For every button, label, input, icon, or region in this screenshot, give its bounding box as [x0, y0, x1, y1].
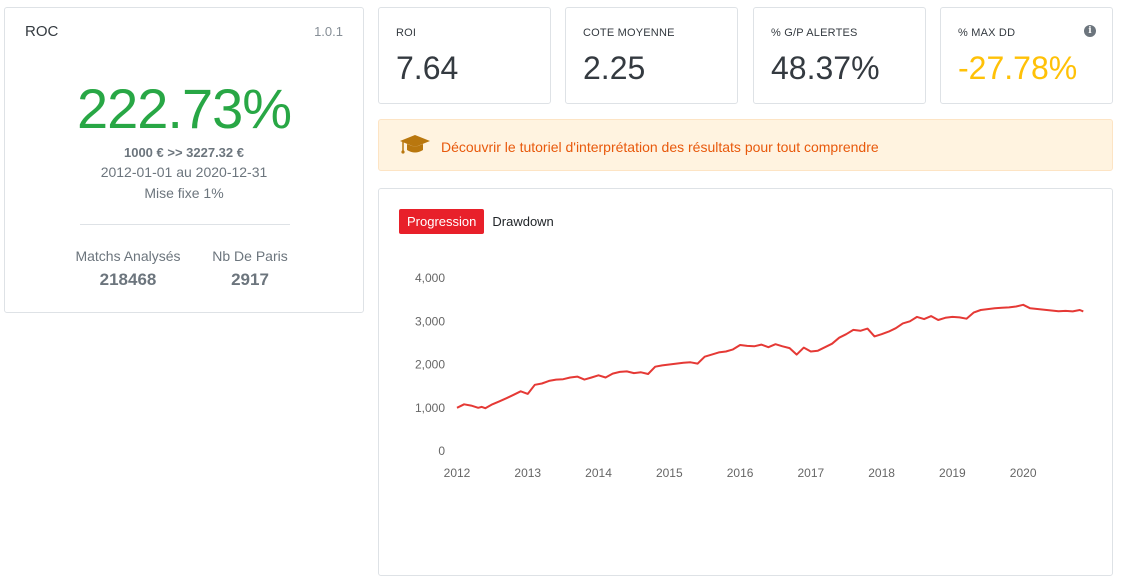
kpi-cote: COTE MOYENNE 2.25 [565, 7, 738, 104]
kpi-gp-label: % G/P ALERTES [771, 27, 858, 39]
kpi-gp: % G/P ALERTES 48.37% [753, 7, 926, 104]
kpi-cote-label: COTE MOYENNE [583, 27, 675, 39]
x-tick-label: 2017 [797, 466, 824, 480]
tutorial-banner[interactable]: Découvrir le tutoriel d'interprétation d… [378, 119, 1113, 171]
chart-card: Progression Drawdown 0 1,000 2,000 3,000 4,0… [378, 188, 1113, 576]
tab-drawdown[interactable]: Drawdown [484, 209, 561, 234]
info-circle-icon[interactable]: i [1084, 25, 1096, 37]
x-tick-label: 2020 [1010, 466, 1037, 480]
x-axis: 2012 2013 2014 2015 2016 2017 2018 2019 2020 [444, 466, 1037, 480]
kpi-cote-value: 2.25 [583, 50, 646, 86]
stat-matchs-label: Matchs Analysés [75, 248, 181, 264]
x-tick-label: 2018 [868, 466, 895, 480]
kpi-roi-value: 7.64 [396, 50, 459, 86]
stat-paris-label: Nb De Paris [212, 248, 288, 264]
tab-progression[interactable]: Progression [399, 209, 485, 234]
stat-paris-value: 2917 [231, 270, 269, 289]
x-tick-label: 2015 [656, 466, 683, 480]
tutorial-link[interactable]: Découvrir le tutoriel d'interprétation d… [441, 139, 879, 155]
stat-paris: Nb De Paris 2917 [195, 248, 305, 290]
kpi-roi-label: ROI [396, 27, 417, 39]
summary-card: ROC 1.0.1 222.73% 1000 € >> 3227.32 € 20… [4, 7, 364, 313]
strategy-title: ROC [25, 23, 59, 40]
summary-divider [80, 224, 290, 225]
y-tick-label: 1,000 [415, 401, 445, 415]
y-tick-label: 3,000 [415, 314, 445, 328]
graduation-cap-icon [399, 133, 431, 162]
kpi-dd-label: % MAX DD [958, 27, 1016, 39]
progression-chart: 01,0002,0003,0004,000 2012 2013 2014 2015 20… [415, 271, 1084, 480]
x-tick-label: 2016 [727, 466, 754, 480]
x-tick-label: 2014 [585, 466, 612, 480]
roc-value: 222.73% [76, 77, 292, 140]
y-tick-label: 0 [438, 444, 445, 458]
kpi-roi: ROI 7.64 [378, 7, 551, 104]
y-tick-label: 4,000 [415, 271, 445, 285]
version-label: 1.0.1 [314, 24, 343, 39]
stat-matchs: Matchs Analysés 218468 [63, 248, 193, 290]
y-tick-label: 2,000 [415, 358, 445, 372]
x-tick-label: 2019 [939, 466, 966, 480]
kpi-max-dd: % MAX DD i -27.78% [940, 7, 1113, 104]
period-range: 2012-01-01 au 2020-12-31 [100, 164, 268, 180]
kpi-gp-value: 48.37% [771, 50, 880, 86]
capital-evolution: 1000 € >> 3227.32 € [123, 145, 244, 160]
stat-matchs-value: 218468 [99, 270, 157, 289]
kpi-dd-value: -27.78% [958, 50, 1078, 86]
x-tick-label: 2012 [444, 466, 471, 480]
x-tick-label: 2013 [514, 466, 541, 480]
stake-mode: Mise fixe 1% [144, 185, 224, 201]
series-line-progression [456, 303, 1084, 410]
y-axis: 0 1,000 2,000 3,000 4,000 [415, 271, 445, 458]
chart-tabs: Progression Drawdown [399, 209, 562, 234]
